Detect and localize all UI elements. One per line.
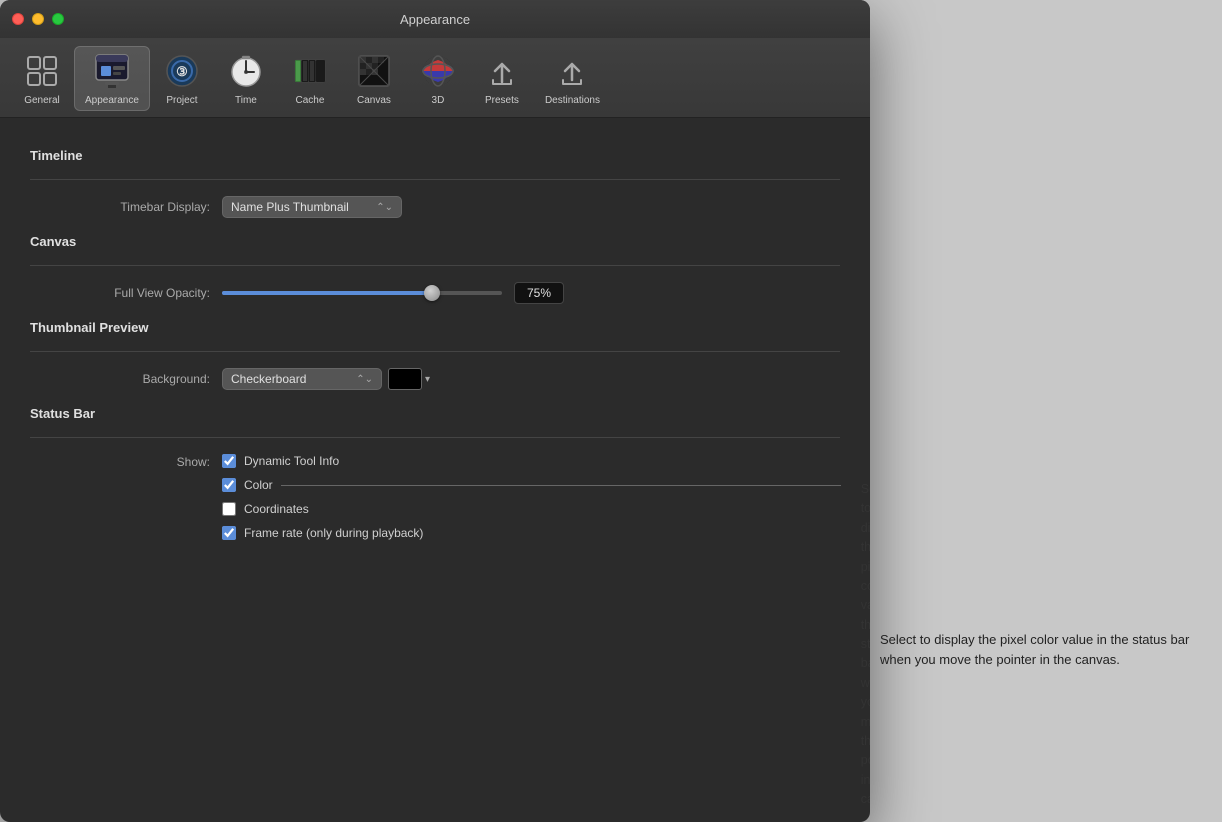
canvas-title: Canvas — [30, 234, 840, 249]
appearance-label: Appearance — [85, 95, 139, 106]
opacity-slider-thumb[interactable] — [424, 285, 440, 301]
timeline-title: Timeline — [30, 148, 840, 163]
content-area: Timeline Timebar Display: Name Plus Thum… — [0, 118, 870, 822]
swatch-dropdown-arrow[interactable]: ▾ — [425, 374, 430, 385]
background-label: Background: — [50, 372, 210, 386]
opacity-slider-fill — [222, 291, 432, 295]
timebar-display-arrow: ⌃⌄ — [376, 202, 393, 213]
tooltip-container: Select to display the pixel color value … — [861, 480, 870, 809]
close-button[interactable] — [12, 13, 24, 25]
background-select[interactable]: Checkerboard ⌃⌄ — [222, 368, 382, 390]
cache-icon — [290, 51, 330, 91]
minimize-button[interactable] — [32, 13, 44, 25]
canvas-icon — [354, 51, 394, 91]
presets-label: Presets — [485, 95, 519, 106]
time-icon — [226, 51, 266, 91]
destinations-icon — [552, 51, 592, 91]
color-connector-line — [281, 485, 841, 486]
time-label: Time — [235, 95, 257, 106]
presets-icon — [482, 51, 522, 91]
tooltip-text: Select to display the pixel color value … — [861, 480, 870, 809]
opacity-slider-container: 75% — [222, 282, 564, 304]
timebar-display-value: Name Plus Thumbnail — [231, 200, 349, 214]
dynamic-tool-info-checkbox[interactable] — [222, 454, 236, 468]
external-tooltip-text: Select to display the pixel color value … — [880, 632, 1189, 667]
background-row: Background: Checkerboard ⌃⌄ ▾ — [30, 368, 840, 390]
app-window: Appearance General — [0, 0, 870, 822]
toolbar-item-cache[interactable]: Cache — [278, 46, 342, 111]
frame-rate-checkbox[interactable] — [222, 526, 236, 540]
checkbox-row-coordinates: Coordinates — [222, 502, 841, 516]
timebar-display-row: Timebar Display: Name Plus Thumbnail ⌃⌄ — [30, 196, 840, 218]
toolbar: General Appearance — [0, 38, 870, 118]
toolbar-item-destinations[interactable]: Destinations — [534, 46, 611, 111]
toolbar-item-appearance[interactable]: Appearance — [74, 46, 150, 111]
frame-rate-label: Frame rate (only during playback) — [244, 526, 423, 540]
timebar-display-label: Timebar Display: — [50, 200, 210, 214]
coordinates-label: Coordinates — [244, 502, 309, 516]
timeline-section: Timeline Timebar Display: Name Plus Thum… — [30, 148, 840, 218]
general-icon — [22, 51, 62, 91]
checkbox-row-frame-rate: Frame rate (only during playback) — [222, 526, 841, 540]
toolbar-item-project[interactable]: ③ Project — [150, 46, 214, 111]
maximize-button[interactable] — [52, 13, 64, 25]
svg-text:③: ③ — [176, 64, 188, 79]
3d-icon — [418, 51, 458, 91]
destinations-label: Destinations — [545, 95, 600, 106]
canvas-section: Canvas Full View Opacity: 75% — [30, 234, 840, 304]
opacity-row: Full View Opacity: 75% — [30, 282, 840, 304]
background-value: Checkerboard — [231, 372, 306, 386]
opacity-slider-track[interactable] — [222, 291, 502, 295]
opacity-value: 75% — [514, 282, 564, 304]
toolbar-item-general[interactable]: General — [10, 46, 74, 111]
checkbox-row-dynamic-tool-info: Dynamic Tool Info — [222, 454, 841, 468]
thumbnail-preview-title: Thumbnail Preview — [30, 320, 840, 335]
color-checkbox[interactable] — [222, 478, 236, 492]
checkbox-group: Dynamic Tool Info Color Coordinates — [222, 454, 841, 550]
toolbar-item-presets[interactable]: Presets — [470, 46, 534, 111]
timebar-display-select[interactable]: Name Plus Thumbnail ⌃⌄ — [222, 196, 402, 218]
window-title: Appearance — [400, 12, 470, 27]
checkbox-row-color: Color — [222, 478, 273, 492]
3d-label: 3D — [432, 95, 445, 106]
general-label: General — [24, 95, 60, 106]
project-label: Project — [166, 95, 197, 106]
cache-label: Cache — [295, 95, 324, 106]
external-tooltip: Select to display the pixel color value … — [870, 620, 1200, 680]
show-row: Show: Dynamic Tool Info Color — [30, 454, 840, 809]
show-label: Show: — [50, 454, 210, 469]
color-row-wrapper: Color — [222, 478, 841, 492]
appearance-icon — [92, 51, 132, 91]
dynamic-tool-info-label: Dynamic Tool Info — [244, 454, 339, 468]
canvas-label: Canvas — [357, 95, 391, 106]
toolbar-item-canvas[interactable]: Canvas — [342, 46, 406, 111]
color-label: Color — [244, 478, 273, 492]
coordinates-checkbox[interactable] — [222, 502, 236, 516]
opacity-label: Full View Opacity: — [50, 286, 210, 300]
status-bar-title: Status Bar — [30, 406, 840, 421]
traffic-lights — [12, 13, 64, 25]
titlebar: Appearance — [0, 0, 870, 38]
toolbar-item-3d[interactable]: 3D — [406, 46, 470, 111]
thumbnail-preview-section: Thumbnail Preview Background: Checkerboa… — [30, 320, 840, 390]
background-arrow: ⌃⌄ — [356, 374, 373, 385]
project-icon: ③ — [162, 51, 202, 91]
color-swatch[interactable] — [388, 368, 422, 390]
status-bar-section: Status Bar Show: Dynamic Tool Info Color — [30, 406, 840, 822]
toolbar-item-time[interactable]: Time — [214, 46, 278, 111]
